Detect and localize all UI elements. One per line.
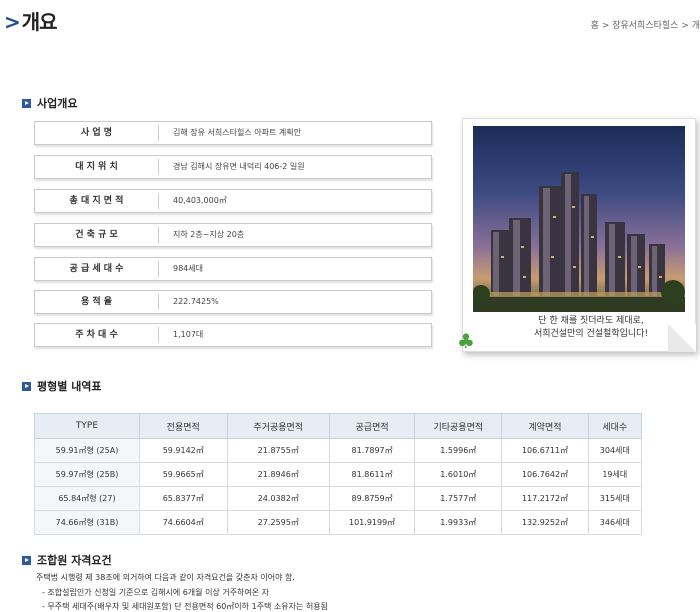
breadcrumb[interactable]: 홈 > 장유서희스타힐스 > 개 (591, 18, 700, 31)
column-header: TYPE (34, 413, 140, 439)
table-cell: 101.9199㎡ (328, 510, 416, 535)
section-bullet-icon (22, 99, 31, 108)
overview-row: 대 지 위 치 경남 김해시 장유면 내덕리 406-2 일원 (34, 155, 432, 179)
section-bullet-icon (22, 382, 31, 391)
section-heading-overview: 사업개요 (22, 95, 77, 111)
table-cell: 106.6711㎡ (501, 438, 589, 463)
table-row: 65.84㎡형 (27) 65.8377㎡ 24.0382㎡ 89.8759㎡ … (34, 486, 643, 511)
overview-row: 공 급 세 대 수 984세대 (34, 257, 432, 281)
page-title: > 개요 (4, 10, 58, 34)
column-header: 주거공용면적 (226, 413, 331, 439)
column-header: 계약면적 (501, 413, 589, 439)
column-header: 세대수 (587, 413, 643, 439)
overview-value: 김해 장유 서희스타힐스 아파트 계획안 (173, 128, 301, 137)
table-row: 59.91㎡형 (25A) 59.9142㎡ 21.8755㎡ 81.7897㎡… (34, 438, 643, 463)
table-cell: 81.8611㎡ (328, 462, 416, 487)
chevron-right-icon: > (4, 10, 21, 34)
table-cell: 19세대 (587, 462, 643, 487)
table-cell: 65.8377㎡ (138, 486, 228, 511)
table-cell: 74.66㎡형 (31B) (34, 510, 140, 535)
requirement-item: - 무주택 세대주(배우자 및 세대원포함) 단 전용면적 60㎡이하 1주택 … (42, 602, 328, 611)
overview-label: 대 지 위 치 (75, 162, 118, 172)
section-heading-requirements: 조합원 자격요건 (22, 552, 112, 568)
section-heading-units: 평형별 내역표 (22, 378, 102, 394)
table-cell: 81.7897㎡ (328, 438, 416, 463)
table-cell: 1.7577㎡ (414, 486, 503, 511)
overview-label: 총 대 지 면 적 (69, 196, 124, 206)
table-cell: 1.6010㎡ (414, 462, 503, 487)
table-cell: 117.2172㎡ (501, 486, 589, 511)
table-cell: 21.8946㎡ (226, 462, 331, 487)
table-cell: 27.2595㎡ (226, 510, 331, 535)
table-cell: 106.7642㎡ (501, 462, 589, 487)
page-curl (668, 324, 696, 352)
overview-value: 40,403,000㎡ (173, 196, 227, 205)
table-cell: 315세대 (587, 486, 643, 511)
requirements-intro: 주택법 시행령 제 38조에 의거하여 다음과 같이 자격요건을 갖춘자 이어야… (36, 573, 295, 582)
clover-icon: ♣ (457, 329, 475, 353)
divider (158, 159, 159, 175)
column-header: 전용면적 (138, 413, 228, 439)
table-cell: 59.91㎡형 (25A) (34, 438, 140, 463)
divider (158, 261, 159, 277)
photo-card: 단 한 채를 짓더라도 제대로, 서희건설만의 건설철학입니다! ♣ (457, 118, 696, 353)
overview-label: 공 급 세 대 수 (69, 264, 124, 274)
overview-value: 경남 김해시 장유면 내덕리 406-2 일원 (173, 162, 305, 171)
table-cell: 65.84㎡형 (27) (34, 486, 140, 511)
overview-row: 주 차 대 수 1,107대 (34, 323, 432, 347)
table-row: 59.97㎡형 (25B) 59.9665㎡ 21.8946㎡ 81.8611㎡… (34, 462, 643, 487)
table-cell: 1.5996㎡ (414, 438, 503, 463)
overview-label: 건 축 규 모 (75, 230, 118, 240)
unit-table: TYPE 전용면적 주거공용면적 공급면적 기타공용면적 계약면적 세대수 59… (34, 413, 643, 535)
apartment-skyline (473, 172, 685, 312)
overview-value: 지하 2층~지상 20층 (173, 230, 245, 239)
overview-row: 총 대 지 면 적 40,403,000㎡ (34, 189, 432, 213)
table-header-row: TYPE 전용면적 주거공용면적 공급면적 기타공용면적 계약면적 세대수 (34, 413, 643, 439)
overview-value: 222.7425% (173, 297, 219, 306)
table-cell: 89.8759㎡ (328, 486, 416, 511)
requirement-item: - 조합설립인가 신청일 기준으로 김해시에 6개월 이상 거주하여온 자 (42, 588, 270, 597)
column-header: 기타공용면적 (414, 413, 503, 439)
overview-label: 사 업 명 (80, 128, 113, 138)
table-row: 74.66㎡형 (31B) 74.6604㎡ 27.2595㎡ 101.9199… (34, 510, 643, 535)
apartment-photo (473, 126, 685, 312)
divider (158, 227, 159, 243)
table-cell: 24.0382㎡ (226, 486, 331, 511)
table-cell: 59.9142㎡ (138, 438, 228, 463)
overview-row: 건 축 규 모 지하 2층~지상 20층 (34, 223, 432, 247)
table-cell: 1.9933㎡ (414, 510, 503, 535)
overview-row: 사 업 명 김해 장유 서희스타힐스 아파트 계획안 (34, 121, 432, 145)
table-cell: 74.6604㎡ (138, 510, 228, 535)
photo-caption: 단 한 채를 짓더라도 제대로, 서희건설만의 건설철학입니다! (533, 316, 649, 339)
table-cell: 132.9252㎡ (501, 510, 589, 535)
table-cell: 346세대 (587, 510, 643, 535)
table-cell: 59.9665㎡ (138, 462, 228, 487)
overview-value: 1,107대 (173, 330, 204, 339)
divider (158, 193, 159, 209)
divider (158, 327, 159, 343)
overview-label: 주 차 대 수 (75, 330, 118, 340)
overview-value: 984세대 (173, 264, 203, 273)
divider (158, 125, 159, 141)
column-header: 공급면적 (328, 413, 416, 439)
table-cell: 59.97㎡형 (25B) (34, 462, 140, 487)
table-cell: 304세대 (587, 438, 643, 463)
table-cell: 21.8755㎡ (226, 438, 331, 463)
section-bullet-icon (22, 556, 31, 565)
overview-label: 용 적 율 (80, 297, 113, 307)
divider (158, 294, 159, 310)
overview-row: 용 적 율 222.7425% (34, 290, 432, 314)
